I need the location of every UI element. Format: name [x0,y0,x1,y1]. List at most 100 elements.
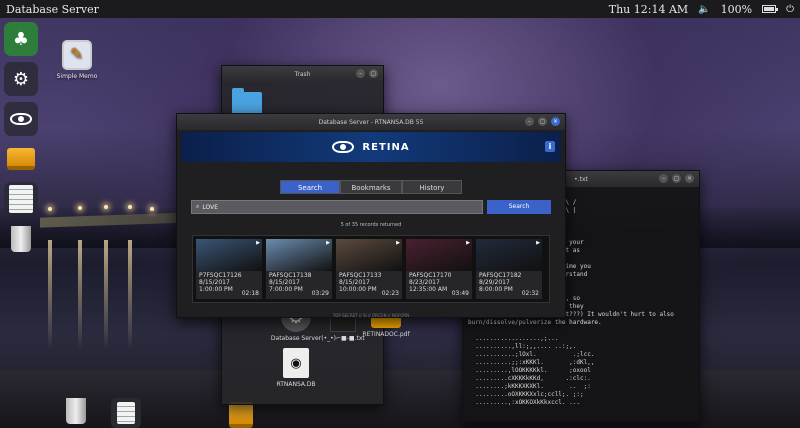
memo-bottom-icon[interactable] [111,398,141,428]
street-light [128,205,132,209]
retina-eye-icon [332,141,355,153]
close-button[interactable]: × [551,117,560,126]
top-panel: Database Server Thu 12:14 AM 🔈 100% ⏻ [0,0,800,18]
light-reflection [78,240,82,350]
result-card[interactable]: ▶ PAFSQC17138 8/15/2017 7:00:00 PM 03:29 [266,239,332,299]
text-line: ..........;;:xKKKl. ,:dKl,, [468,359,595,366]
result-duration: 02:23 [381,290,399,297]
tab-history[interactable]: History [402,180,462,194]
text-line: ..................,;... [468,335,566,342]
power-icon[interactable]: ⏻ [786,4,794,15]
trash-titlebar[interactable]: Trash – ◻ [222,66,383,82]
search-icon: ⌕ [196,203,200,210]
minimize-button[interactable]: – [659,174,668,183]
street-light [150,207,154,211]
trash-file-db[interactable]: ◉ RTNANSA.DB [266,348,326,388]
classification-footer: TOP SECRET // SI // ORCON // NOFORN [332,313,410,318]
settings-gear-icon[interactable]: ⚙ [4,62,38,96]
text-line: .........cXKKKkKKd, .:clc:. [468,375,591,382]
result-id: PAFSQC17182 [479,272,522,279]
video-thumbnail[interactable]: ▶ [196,239,262,271]
db-window-title: Database Server - RTNANSA.DB 55 [318,118,424,126]
battery-icon[interactable] [762,5,779,13]
drive-icon[interactable] [4,142,38,176]
folder-icon[interactable] [232,88,262,114]
video-thumbnail[interactable]: ▶ [406,239,472,271]
clock[interactable]: Thu 12:14 AM [609,3,688,16]
tab-bookmarks[interactable]: Bookmarks [340,180,402,194]
result-id: PAFSQC17138 [269,272,312,279]
result-card[interactable]: ▶ PAFSQC17182 8/29/2017 8:00:00 PM 02:32 [476,239,542,299]
database-server-window: Database Server - RTNANSA.DB 55 – ◻ × RE… [176,113,566,318]
solitaire-icon[interactable]: ♣ [4,22,38,56]
result-card[interactable]: ▶ P7FSQC17126 8/15/2017 1:00:00 PM 02:18 [196,239,262,299]
file-label: (•_•)⌐■-■.txt [321,335,365,342]
result-duration: 03:49 [451,290,469,297]
file-label: RTNANSA.DB [276,381,316,388]
result-id: P7FSQC17126 [199,272,242,279]
text-line: burn/dissolve/pulverize the hardware. [468,319,602,326]
close-button[interactable]: × [685,174,694,183]
search-input[interactable]: ⌕ LOVE [191,200,483,214]
video-icon: ▶ [326,240,330,246]
light-reflection [104,240,108,350]
battery-percent[interactable]: 100% [721,3,752,16]
text-viewer-title: •.txt [574,175,588,183]
maximize-button[interactable]: ◻ [672,174,681,183]
video-thumbnail[interactable]: ▶ [476,239,542,271]
retina-banner: RETINA i [181,132,561,162]
result-duration: 02:32 [521,290,539,297]
active-app-title[interactable]: Database Server [6,3,99,16]
maximize-button[interactable]: ◻ [538,117,547,126]
video-thumbnail[interactable]: ▶ [336,239,402,271]
result-date: 8/29/2017 [479,279,510,286]
minimize-button[interactable]: – [356,69,365,78]
search-row: ⌕ LOVE Search [191,200,551,214]
result-card[interactable]: ▶ PAFSQC17133 8/15/2017 10:00:00 PM 02:23 [336,239,402,299]
minimize-button[interactable]: – [525,117,534,126]
records-count: 5 of 35 records returned [340,222,402,228]
search-button[interactable]: Search [487,200,551,214]
text-line: .........,:xOKKOXkKkxccl. ... [468,399,580,406]
simple-memo-label: Simple Memo [56,73,98,80]
drive-bottom-icon[interactable] [229,402,253,428]
result-duration: 03:29 [311,290,329,297]
results-strip: ▶ P7FSQC17126 8/15/2017 1:00:00 PM 02:18 ▶ PAF… [192,235,550,303]
result-duration: 02:18 [241,290,259,297]
result-meta: PAFSQC17170 8/23/2017 12:35:00 AM 03:49 [406,271,472,299]
text-line: ........;kKKKXKXKl. .. ;: [468,383,591,390]
street-light [104,205,108,209]
tab-bar: Search Bookmarks History [177,180,565,194]
text-line: ...........;lOxl. .;lcc. [468,351,595,358]
dock: ♣ ⚙ [0,18,42,268]
text-line: .........,lOOKKKKkl. ;oxool [468,367,591,374]
result-card[interactable]: ▶ PAFSQC17170 8/23/2017 12:35:00 AM 03:49 [406,239,472,299]
trash-icon[interactable] [4,222,38,256]
info-button[interactable]: i [545,141,555,152]
trash-bin-icon[interactable] [66,398,86,424]
result-meta: PAFSQC17182 8/29/2017 8:00:00 PM 02:32 [476,271,542,299]
maximize-button[interactable]: ◻ [369,69,378,78]
memo-icon[interactable] [4,182,38,216]
volume-icon[interactable]: 🔈 [698,4,710,15]
trash-title: Trash [294,70,311,78]
simple-memo-desktop-icon[interactable]: Simple Memo [47,40,107,80]
banner-title: RETINA [362,141,410,153]
result-date: 8/15/2017 [339,279,370,286]
video-thumbnail[interactable]: ▶ [266,239,332,271]
memo-pad-icon [62,40,92,70]
search-value: LOVE [202,203,219,211]
video-icon: ▶ [256,240,260,246]
video-icon: ▶ [536,240,540,246]
light-reflection [128,240,132,350]
result-date: 8/15/2017 [199,279,230,286]
result-meta: PAFSQC17133 8/15/2017 10:00:00 PM 02:23 [336,271,402,299]
street-light [48,207,52,211]
result-date: 8/23/2017 [409,279,440,286]
text-line [468,327,694,335]
db-titlebar[interactable]: Database Server - RTNANSA.DB 55 – ◻ × [177,114,565,130]
retina-eye-icon[interactable] [4,102,38,136]
video-icon: ▶ [396,240,400,246]
text-line: .........oOXKKKXxlc;ccll;. ;:; [468,391,591,398]
tab-search[interactable]: Search [280,180,340,194]
